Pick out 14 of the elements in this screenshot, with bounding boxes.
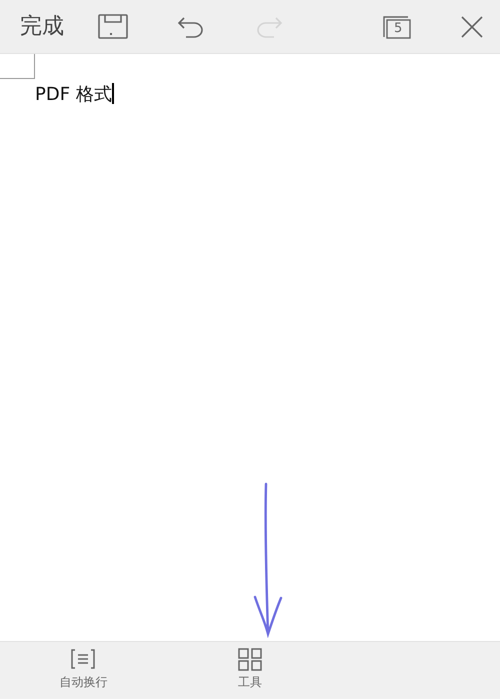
- bottom-bar-button[interactable]: 工具: [237, 642, 263, 699]
- done-button[interactable]: 完成: [0, 10, 64, 43]
- document-text: PDF 格式: [35, 84, 112, 105]
- grid-icon: [237, 648, 263, 671]
- margin-corner: [0, 54, 35, 79]
- close-icon: [460, 14, 484, 38]
- save-icon: [98, 14, 128, 40]
- bottom-bar-button[interactable]: 自动换行: [59, 642, 108, 699]
- tabs-button[interactable]: 5: [378, 10, 416, 44]
- tab-count: 5: [394, 22, 402, 34]
- tabs-icon: [382, 14, 412, 40]
- wrap-icon: [70, 648, 96, 671]
- redo-icon: [254, 14, 284, 38]
- undo-icon: [176, 14, 206, 38]
